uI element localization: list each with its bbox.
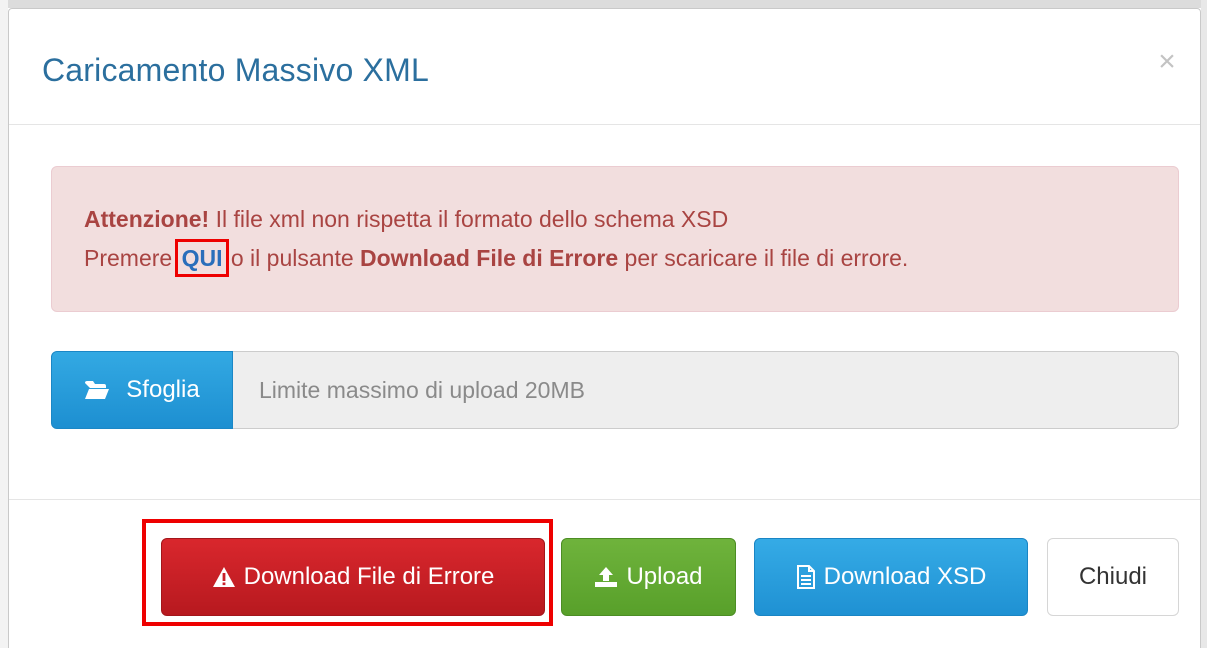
download-xsd-label: Download XSD bbox=[823, 563, 987, 590]
modal-header: Caricamento Massivo XML × bbox=[9, 9, 1200, 125]
file-input-placeholder: Limite massimo di upload 20MB bbox=[259, 376, 585, 403]
file-path-input[interactable]: Limite massimo di upload 20MB bbox=[233, 351, 1179, 429]
alert-prefix: Premere bbox=[84, 245, 179, 271]
modal-dialog: Caricamento Massivo XML × Attenzione! Il… bbox=[8, 8, 1201, 648]
page-edge-left bbox=[0, 0, 8, 648]
alert-strong: Attenzione! bbox=[84, 206, 210, 232]
document-icon bbox=[796, 565, 816, 589]
page-edge-right bbox=[1201, 0, 1207, 648]
browse-label: Sfoglia bbox=[126, 376, 200, 403]
close-button[interactable]: Chiudi bbox=[1047, 538, 1179, 616]
error-alert: Attenzione! Il file xml non rispetta il … bbox=[51, 166, 1179, 312]
file-upload-group: Sfoglia Limite massimo di upload 20MB bbox=[51, 351, 1179, 429]
alert-bold-label: Download File di Errore bbox=[360, 245, 619, 271]
download-xsd-button[interactable]: Download XSD bbox=[754, 538, 1028, 616]
upload-label: Upload bbox=[626, 563, 703, 590]
modal-title: Caricamento Massivo XML bbox=[42, 52, 429, 88]
page-edge-top bbox=[0, 0, 1207, 8]
alert-line-2: Premere QUI o il pulsante Download File … bbox=[84, 239, 1178, 278]
alert-message: Il file xml non rispetta il formato dell… bbox=[209, 206, 729, 232]
qui-link[interactable]: QUI bbox=[174, 239, 230, 277]
close-button-label: Chiudi bbox=[1078, 563, 1148, 590]
download-error-file-button[interactable]: Download File di Errore bbox=[161, 538, 545, 616]
download-error-file-label: Download File di Errore bbox=[243, 563, 495, 590]
alert-middle: o il pulsante bbox=[224, 245, 361, 271]
upload-icon bbox=[594, 566, 618, 588]
alert-line-1: Attenzione! Il file xml non rispetta il … bbox=[84, 200, 1178, 239]
browse-button[interactable]: Sfoglia bbox=[51, 351, 233, 429]
folder-open-icon bbox=[84, 380, 110, 400]
close-icon[interactable]: × bbox=[1152, 47, 1182, 77]
warning-icon bbox=[212, 566, 236, 588]
upload-button[interactable]: Upload bbox=[561, 538, 736, 616]
alert-suffix: per scaricare il file di errore. bbox=[618, 245, 909, 271]
modal-footer: Download File di Errore Upload Download … bbox=[9, 499, 1200, 649]
